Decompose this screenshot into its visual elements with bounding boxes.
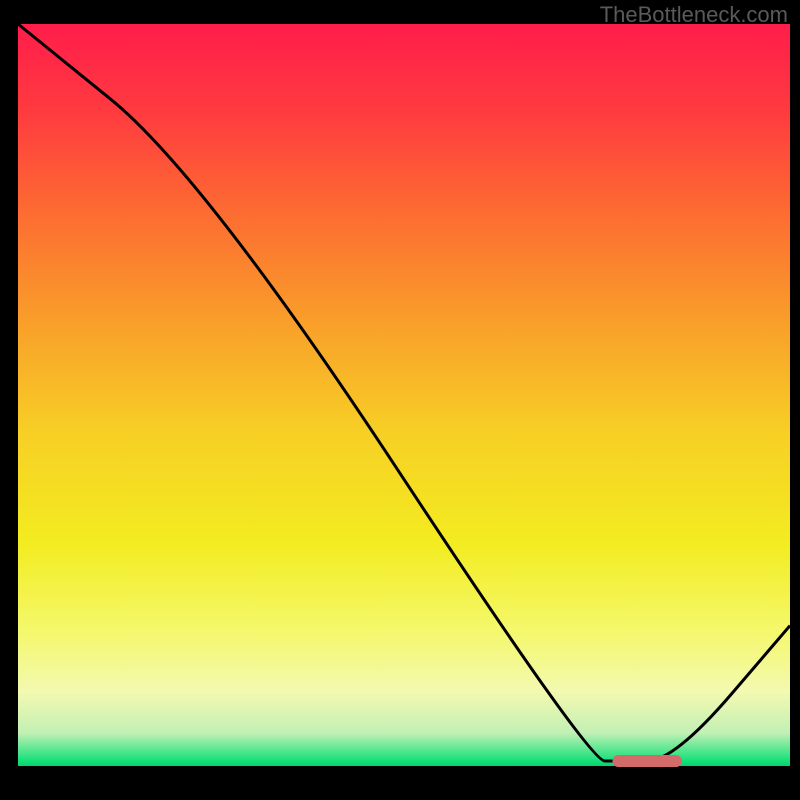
chart-container [18,24,790,776]
gradient-background [18,24,790,766]
optimum-marker [612,755,681,767]
watermark-label: TheBottleneck.com [600,2,788,28]
chart-svg [18,24,790,776]
